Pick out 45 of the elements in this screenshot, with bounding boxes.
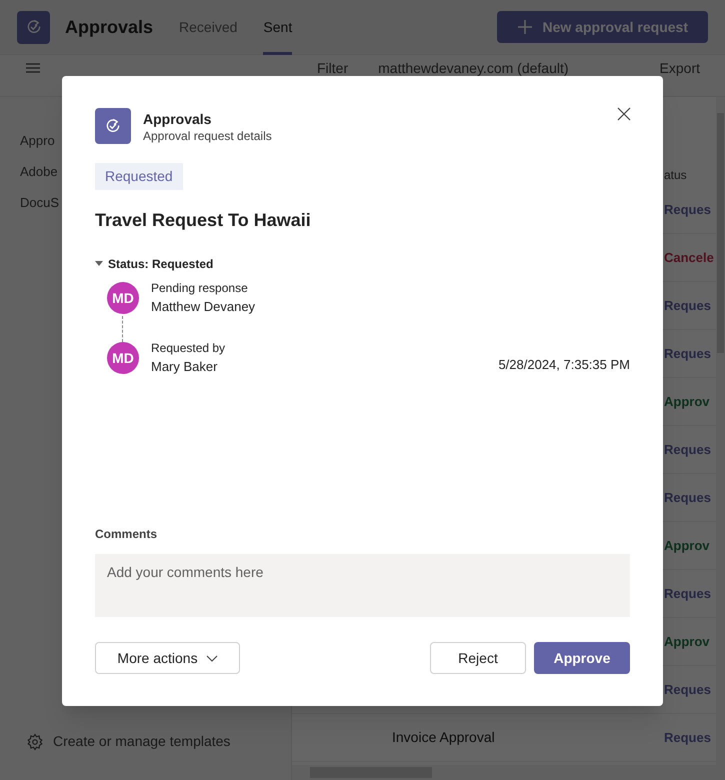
timestamp: 5/28/2024, 7:35:35 PM: [498, 356, 630, 374]
dialog-app-name: Approvals: [143, 110, 212, 128]
app-icon: [95, 108, 131, 144]
avatar: MD: [107, 342, 139, 374]
timeline-label: Requested by: [151, 340, 226, 356]
caret-icon[interactable]: [95, 260, 103, 268]
avatar: MD: [107, 282, 139, 314]
approve-button[interactable]: Approve: [534, 642, 630, 674]
status-label: Cancele: [664, 248, 714, 267]
table-cell-text: Invoice Approval: [392, 728, 495, 747]
status-label: Reques: [664, 200, 711, 219]
status-heading: Status: Requested: [108, 256, 214, 273]
status-label: Reques: [664, 584, 711, 603]
sidebar-item[interactable]: DocuS: [20, 192, 60, 212]
person-name: Mary Baker: [151, 358, 218, 376]
status-label: Reques: [664, 296, 711, 315]
more-actions-button[interactable]: More actions: [95, 642, 240, 674]
comments-field[interactable]: Add your comments here: [95, 554, 630, 617]
timeline-label: Pending response: [151, 280, 249, 296]
reject-button[interactable]: Reject: [430, 642, 526, 674]
filter-button[interactable]: Filter: [317, 58, 348, 79]
status-label: Reques: [664, 344, 711, 363]
app-icon: [17, 10, 50, 44]
dialog-subtitle: Approval request details: [143, 128, 272, 144]
status-label: Approv: [664, 632, 710, 651]
status-label: Reques: [664, 488, 711, 507]
status-label: Approv: [664, 536, 710, 555]
status-label: Reques: [664, 728, 711, 747]
sidebar-item[interactable]: Appro: [20, 130, 55, 150]
comments-label: Comments: [95, 526, 158, 543]
templates-link[interactable]: Create or manage templates: [53, 731, 230, 752]
sidebar-item[interactable]: Adobe: [20, 162, 58, 182]
status-label: Reques: [664, 680, 711, 699]
export-button[interactable]: Export: [660, 58, 700, 79]
column-header: atus: [664, 166, 687, 184]
status-badge: Requested: [95, 163, 183, 190]
close-button[interactable]: [616, 106, 632, 122]
request-title: Travel Request To Hawaii: [95, 209, 312, 232]
app-title: Approvals: [65, 16, 154, 39]
person-name: Matthew Devaney: [151, 298, 256, 316]
plus-icon: [516, 19, 532, 35]
status-label: Approv: [664, 392, 710, 411]
account-selector[interactable]: matthewdevaney.com (default): [378, 58, 569, 79]
settings-icon: [26, 732, 44, 750]
status-label: Reques: [664, 440, 711, 459]
